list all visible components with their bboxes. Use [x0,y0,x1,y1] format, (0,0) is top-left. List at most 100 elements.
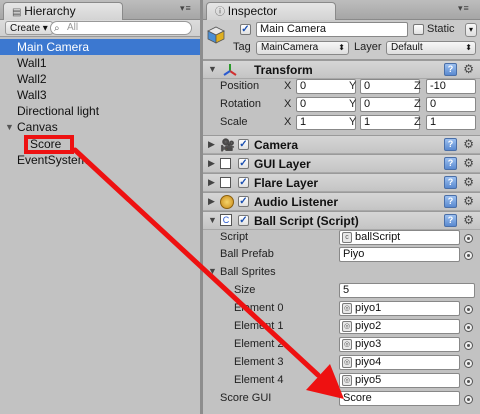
gui-layer-title: GUI Layer [254,157,311,171]
position-x-field[interactable]: 0 [296,79,356,94]
expand-triangle-icon[interactable]: ▶ [208,196,215,207]
hierarchy-item-canvas[interactable]: ▼ Canvas [0,119,200,135]
expand-triangle-icon[interactable]: ▶ [208,158,215,169]
unity-editor-screenshot: ▤ Hierarchy ▾≡ Create ▾ ⌕ All Main Camer… [0,0,480,414]
hierarchy-item-wall2[interactable]: Wall2 [0,71,200,87]
expand-triangle-icon[interactable]: ▶ [208,177,215,188]
position-z-field[interactable]: -10 [426,79,476,94]
ball-prefab-field[interactable]: Piyo [339,247,460,262]
element-label: Element 2 [234,338,284,350]
position-y-field[interactable]: 0 [360,79,420,94]
scale-y-field[interactable]: 1 [360,115,420,130]
ball-sprites-row[interactable]: ▼ Ball Sprites [203,264,480,282]
gear-icon[interactable]: ⚙ [463,156,474,170]
panel-menu-icon[interactable]: ▾≡ [180,3,192,14]
rotation-z-field[interactable]: 0 [426,97,476,112]
hierarchy-item-eventsystem[interactable]: EventSystem [0,152,200,168]
gui-layer-enabled-checkbox[interactable]: ✓ [238,158,249,169]
gear-icon[interactable]: ⚙ [463,194,474,208]
scale-x-field[interactable]: 1 [296,115,356,130]
expand-triangle-icon[interactable]: ▶ [208,139,215,150]
object-picker-icon[interactable] [464,305,473,314]
help-icon[interactable]: ? [444,63,457,76]
scale-z-field[interactable]: 1 [426,115,476,130]
help-icon[interactable]: ? [444,157,457,170]
gear-icon[interactable]: ⚙ [463,213,474,227]
collapse-triangle-icon[interactable]: ▼ [208,266,217,276]
flare-layer-component-header[interactable]: ▶ ✓ Flare Layer ? ⚙ [203,173,480,192]
expand-triangle-icon[interactable]: ▼ [5,119,14,135]
x-label: X [284,116,292,128]
hierarchy-item-wall1[interactable]: Wall1 [0,55,200,71]
help-icon[interactable]: ? [444,195,457,208]
score-gui-label: Score GUI [220,392,272,404]
hierarchy-item-label: Canvas [17,120,58,134]
rotation-x-field[interactable]: 0 [296,97,356,112]
hierarchy-item-main-camera[interactable]: Main Camera [0,39,200,55]
gear-icon[interactable]: ⚙ [463,175,474,189]
static-dropdown[interactable]: ▾ [465,23,477,37]
gear-icon[interactable]: ⚙ [463,62,474,76]
camera-title: Camera [254,138,299,152]
element-2-field[interactable]: ◎ piyo3 [339,337,460,352]
scale-row: Scale X 1 Y 1 Z 1 [203,114,480,132]
inspector-tab[interactable]: ⓘ Inspector [206,2,336,20]
audio-listener-component-header[interactable]: ▶ ✓ Audio Listener ? ⚙ [203,192,480,211]
hierarchy-item-directional-light[interactable]: Directional light [0,103,200,119]
element-4-field[interactable]: ◎ piyo5 [339,373,460,388]
position-y-value: 0 [364,80,371,92]
flare-layer-enabled-checkbox[interactable]: ✓ [238,177,249,188]
static-checkbox[interactable] [413,24,424,35]
panel-menu-icon[interactable]: ▾≡ [458,3,470,14]
rotation-y-value: 0 [364,98,371,110]
gui-layer-component-header[interactable]: ▶ ✓ GUI Layer ? ⚙ [203,154,480,173]
element-0-field[interactable]: ◎ piyo1 [339,301,460,316]
object-picker-icon[interactable] [464,323,473,332]
transform-title: Transform [254,63,313,77]
help-icon[interactable]: ? [444,138,457,151]
element-1-field[interactable]: ◎ piyo2 [339,319,460,334]
layer-value: Default [391,42,423,53]
camera-enabled-checkbox[interactable]: ✓ [238,139,249,150]
hierarchy-item-label: Wall2 [17,72,47,86]
camera-component-header[interactable]: ▶ 🎥 ✓ Camera ? ⚙ [203,135,480,154]
gear-icon[interactable]: ⚙ [463,137,474,151]
hierarchy-search-input[interactable]: ⌕ All [50,21,192,35]
audio-listener-enabled-checkbox[interactable]: ✓ [238,196,249,207]
active-checkbox[interactable]: ✓ [240,24,251,35]
static-label: Static [427,23,455,35]
rotation-y-field[interactable]: 0 [360,97,420,112]
layer-dropdown[interactable]: Default ⬍ [386,41,476,55]
dropdown-arrow-icon: ⬍ [338,43,345,52]
help-icon[interactable]: ? [444,176,457,189]
scale-x-value: 1 [300,116,307,128]
transform-component-header[interactable]: ▼ Transform ? ⚙ [203,60,480,79]
object-name-field[interactable]: Main Camera [256,22,408,37]
create-dropdown[interactable]: Create ▾ [5,21,53,35]
hierarchy-tab[interactable]: ▤ Hierarchy [3,2,123,20]
hierarchy-item-wall3[interactable]: Wall3 [0,87,200,103]
sprite-icon: ◎ [342,303,352,314]
object-picker-icon[interactable] [464,359,473,368]
object-picker-icon[interactable] [464,395,473,404]
hierarchy-tab-icon: ▤ [12,7,25,18]
size-field[interactable]: 5 [339,283,475,298]
tag-dropdown[interactable]: MainCamera ⬍ [256,41,349,55]
ball-script-component-header[interactable]: ▼ C ✓ Ball Script (Script) ? ⚙ [203,211,480,230]
score-gui-field[interactable]: Score [339,391,460,406]
ball-script-title: Ball Script (Script) [254,214,359,228]
element-3-field[interactable]: ◎ piyo4 [339,355,460,370]
camera-icon: 🎥 [220,138,235,152]
ball-script-enabled-checkbox[interactable]: ✓ [238,215,249,226]
script-object-field[interactable]: c ballScript [339,230,460,245]
element-label: Element 1 [234,320,284,332]
element-value: piyo5 [355,374,382,386]
help-icon[interactable]: ? [444,214,457,227]
size-label: Size [234,284,256,296]
collapse-triangle-icon[interactable]: ▼ [208,64,217,74]
collapse-triangle-icon[interactable]: ▼ [208,215,217,225]
object-picker-icon[interactable] [464,251,473,260]
object-picker-icon[interactable] [464,341,473,350]
object-picker-icon[interactable] [464,234,473,243]
object-picker-icon[interactable] [464,377,473,386]
